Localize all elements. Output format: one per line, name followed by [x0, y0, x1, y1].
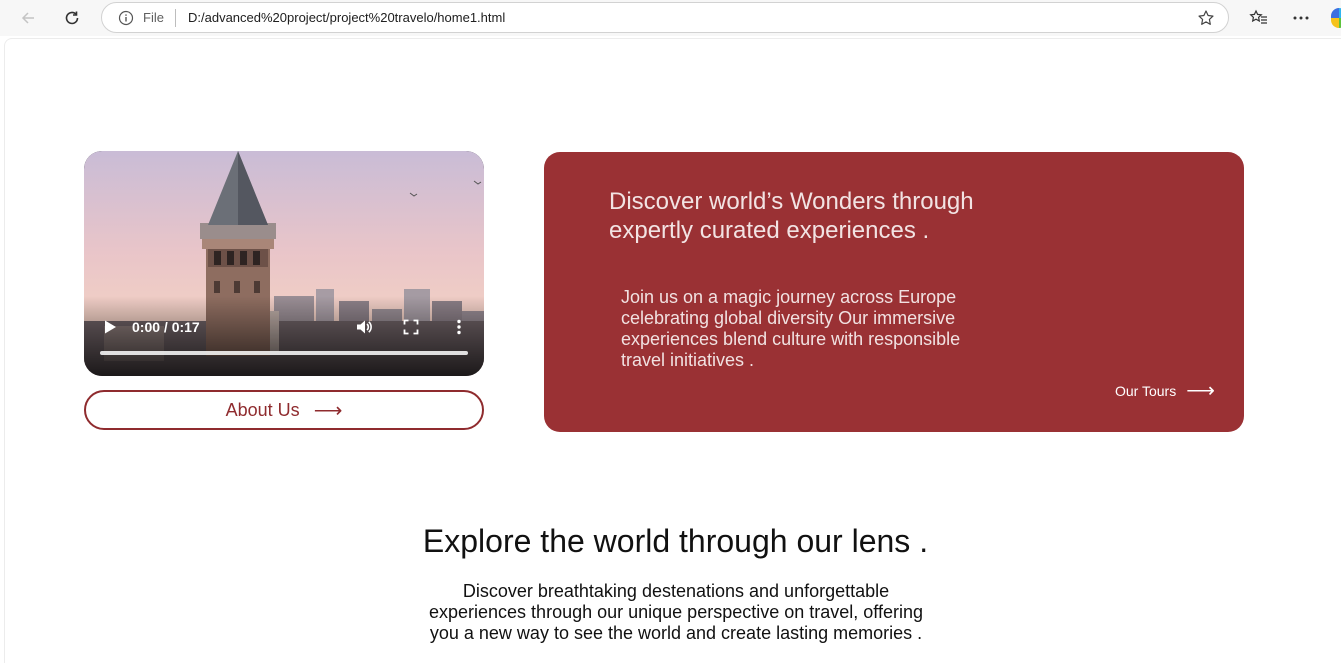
arrow-right-icon: ⟶ — [313, 399, 343, 422]
back-arrow-icon[interactable] — [16, 6, 40, 30]
video-player[interactable]: 0:00 / 0:17 — [84, 151, 484, 376]
about-us-button[interactable]: About Us ⟶ — [84, 390, 484, 430]
controls-gradient — [84, 296, 484, 376]
reload-icon[interactable] — [60, 6, 84, 30]
favorites-icon[interactable] — [1247, 6, 1271, 30]
our-tours-link[interactable]: Our Tours ⟶ — [1115, 380, 1215, 402]
arrow-right-icon: ⟶ — [1186, 380, 1215, 402]
volume-icon[interactable] — [355, 318, 373, 336]
hero-card: Discover world’s Wonders through expertl… — [544, 152, 1244, 432]
info-icon[interactable] — [117, 9, 135, 27]
our-tours-label: Our Tours — [1115, 383, 1177, 399]
play-icon[interactable] — [102, 319, 118, 335]
fullscreen-icon[interactable] — [403, 319, 419, 335]
video-progress-bar[interactable] — [100, 351, 468, 355]
file-label: File — [143, 10, 164, 25]
section-title: Explore the world through our lens . — [422, 523, 929, 559]
video-more-icon[interactable] — [456, 319, 462, 335]
address-bar[interactable]: File D:/advanced%20project/project%20tra… — [101, 2, 1229, 33]
star-icon[interactable] — [1196, 8, 1216, 28]
hero-title: Discover world’s Wonders through expertl… — [609, 188, 974, 244]
more-icon[interactable] — [1289, 6, 1313, 30]
hero-description: Join us on a magic journey across Europe… — [621, 287, 961, 370]
section-description: Discover breathtaking destenations and u… — [429, 581, 923, 643]
edge-copilot-icon[interactable] — [1331, 8, 1341, 28]
address-divider — [175, 9, 176, 27]
about-us-label: About Us — [225, 399, 300, 420]
browser-toolbar: File D:/advanced%20project/project%20tra… — [0, 0, 1341, 36]
url-text[interactable]: D:/advanced%20project/project%20travelo/… — [188, 10, 505, 25]
video-time: 0:00 / 0:17 — [132, 319, 200, 335]
